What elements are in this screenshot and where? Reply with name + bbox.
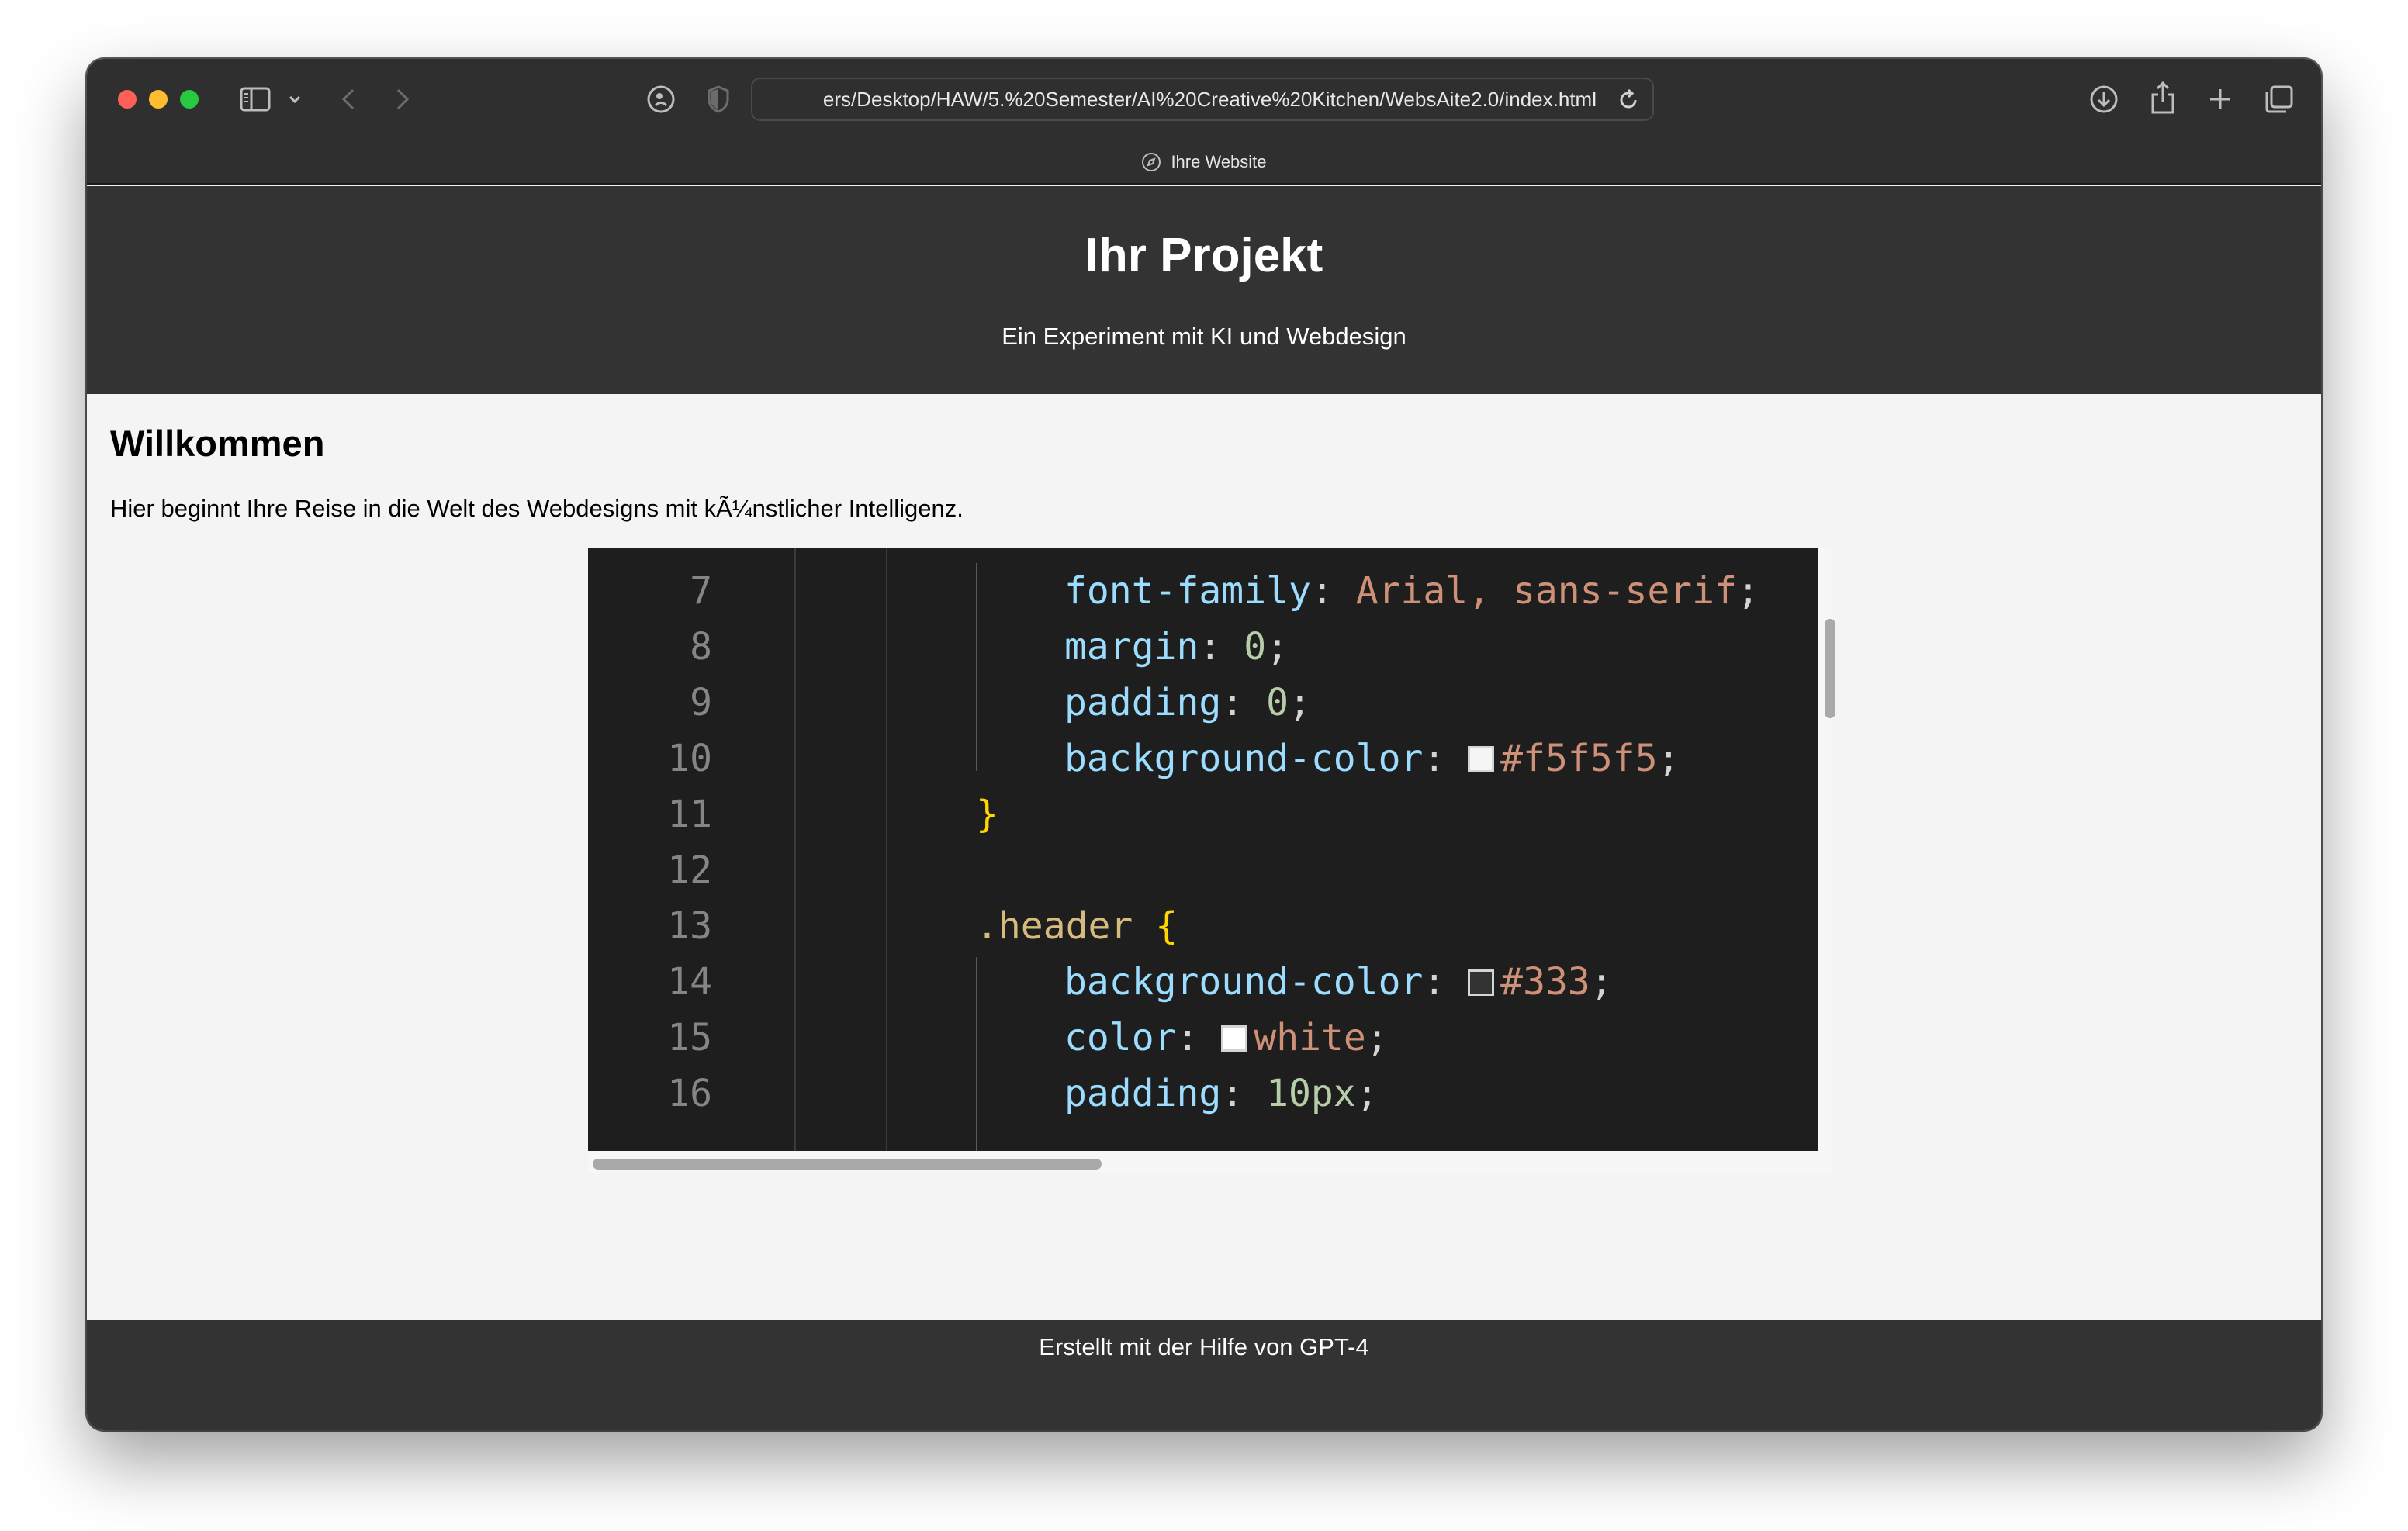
active-tab[interactable]: Ihre Website [87, 150, 2321, 174]
punctuation: ; [1365, 1016, 1389, 1059]
url-fade [752, 79, 815, 119]
punctuation: : [1310, 569, 1356, 613]
close-button[interactable] [118, 90, 137, 109]
code-text: padding: 0; [1064, 675, 1311, 731]
code-line: 13 .header { [588, 898, 1818, 954]
css-value: white [1254, 1016, 1366, 1059]
line-number: 10 [667, 737, 712, 780]
code-text: color: white; [1064, 1010, 1389, 1066]
css-value: #f5f5f5 [1500, 737, 1658, 780]
line-number: 11 [667, 793, 712, 836]
code-text: padding: 10px; [1064, 1066, 1379, 1121]
line-number: 12 [667, 848, 712, 892]
color-swatch [1468, 969, 1495, 996]
url-text[interactable]: ers/Desktop/HAW/5.%20Semester/AI%20Creat… [752, 79, 1597, 119]
code-line: 11} [588, 786, 1818, 842]
back-arrow-icon[interactable] [337, 85, 360, 113]
share-icon[interactable] [2146, 78, 2180, 118]
code-line: 10 background-color: #f5f5f5; [588, 731, 1818, 786]
color-swatch [1468, 746, 1495, 772]
address-bar[interactable]: ers/Desktop/HAW/5.%20Semester/AI%20Creat… [751, 78, 1654, 121]
brace: } [976, 793, 998, 836]
browser-toolbar: ers/Desktop/HAW/5.%20Semester/AI%20Creat… [87, 59, 2321, 185]
page-header: Ihr Projekt Ein Experiment mit KI und We… [87, 186, 2321, 394]
code-text: .header { [976, 898, 1178, 954]
footer-text: Erstellt mit der Hilfe von GPT-4 [1039, 1333, 1369, 1360]
reload-icon[interactable] [1615, 87, 1642, 113]
compass-icon [1141, 152, 1161, 172]
css-property: padding [1064, 681, 1222, 724]
punctuation: ; [1289, 681, 1311, 724]
punctuation: ; [1355, 1072, 1379, 1115]
line-number: 14 [667, 960, 712, 1004]
horizontal-scrollbar[interactable] [593, 1159, 1102, 1170]
punctuation: : [1423, 737, 1469, 780]
forward-arrow-icon[interactable] [391, 85, 414, 113]
privacy-shield-icon[interactable] [704, 84, 732, 115]
punctuation: ; [1590, 960, 1613, 1004]
welcome-text: Hier beginnt Ihre Reise in die Welt des … [110, 495, 964, 522]
code-line: 8 margin: 0; [588, 619, 1818, 675]
punctuation: : [1176, 1016, 1222, 1059]
brace: { [1155, 904, 1178, 948]
punctuation: : [1423, 960, 1469, 1004]
code-image-container[interactable]: 7 font-family: Arial, sans-serif; 8 margin:… [588, 548, 1835, 1173]
code-line: 15 color: white; [588, 1010, 1818, 1066]
code-line: 9 padding: 0; [588, 675, 1818, 731]
css-value: Arial, sans-serif [1355, 569, 1737, 613]
css-value: #333 [1500, 960, 1590, 1004]
css-value: 0 [1266, 681, 1289, 724]
punctuation: ; [1736, 569, 1759, 613]
css-selector: .header [976, 904, 1156, 948]
vertical-scrollbar[interactable] [1825, 619, 1835, 718]
duckduckgo-icon[interactable] [645, 84, 676, 115]
download-icon[interactable] [2087, 82, 2121, 116]
code-line: 14 background-color: #333; [588, 954, 1818, 1010]
tab-title: Ihre Website [1171, 152, 1267, 171]
browser-window: ers/Desktop/HAW/5.%20Semester/AI%20Creat… [87, 59, 2321, 1430]
code-line: 7 font-family: Arial, sans-serif; [588, 563, 1818, 619]
line-number: 16 [667, 1072, 712, 1115]
tabs-overview-icon[interactable] [2262, 82, 2296, 116]
minimize-button[interactable] [149, 90, 168, 109]
css-property: color [1064, 1016, 1177, 1059]
chevron-down-icon[interactable] [285, 90, 304, 109]
code-line: 16 padding: 10px; [588, 1066, 1818, 1121]
punctuation: ; [1266, 625, 1289, 669]
code-text: background-color: #f5f5f5; [1064, 731, 1680, 786]
css-property: margin [1064, 625, 1199, 669]
page-title: Ihr Projekt [1085, 229, 1323, 282]
code-text: } [976, 786, 998, 842]
css-property: padding [1064, 1072, 1222, 1115]
code-text: margin: 0; [1064, 619, 1289, 675]
punctuation: : [1199, 625, 1244, 669]
css-property: background-color [1064, 737, 1424, 780]
line-number: 13 [667, 904, 712, 948]
code-line: 12 [588, 842, 1818, 898]
color-swatch [1221, 1025, 1248, 1052]
sidebar-icon[interactable] [239, 85, 272, 113]
code-text: background-color: #333; [1064, 954, 1613, 1010]
css-value: 10px [1266, 1072, 1356, 1115]
code-text: font-family: Arial, sans-serif; [1064, 563, 1759, 619]
plus-icon[interactable] [2205, 84, 2236, 115]
css-value: 0 [1244, 625, 1267, 669]
code-screenshot: 7 font-family: Arial, sans-serif; 8 margin:… [588, 548, 1818, 1151]
line-number: 15 [667, 1016, 712, 1059]
page-footer: Erstellt mit der Hilfe von GPT-4 [87, 1320, 2321, 1430]
line-number: 8 [690, 625, 712, 669]
css-property: font-family [1064, 569, 1311, 613]
page-subtitle: Ein Experiment mit KI und Webdesign [1002, 323, 1406, 350]
punctuation: ; [1657, 737, 1680, 780]
line-number: 9 [690, 681, 712, 724]
zoom-button[interactable] [180, 90, 199, 109]
css-property: background-color [1064, 960, 1424, 1004]
line-number: 7 [690, 569, 712, 613]
welcome-heading: Willkommen [110, 423, 325, 464]
punctuation: : [1221, 681, 1267, 724]
punctuation: : [1221, 1072, 1267, 1115]
